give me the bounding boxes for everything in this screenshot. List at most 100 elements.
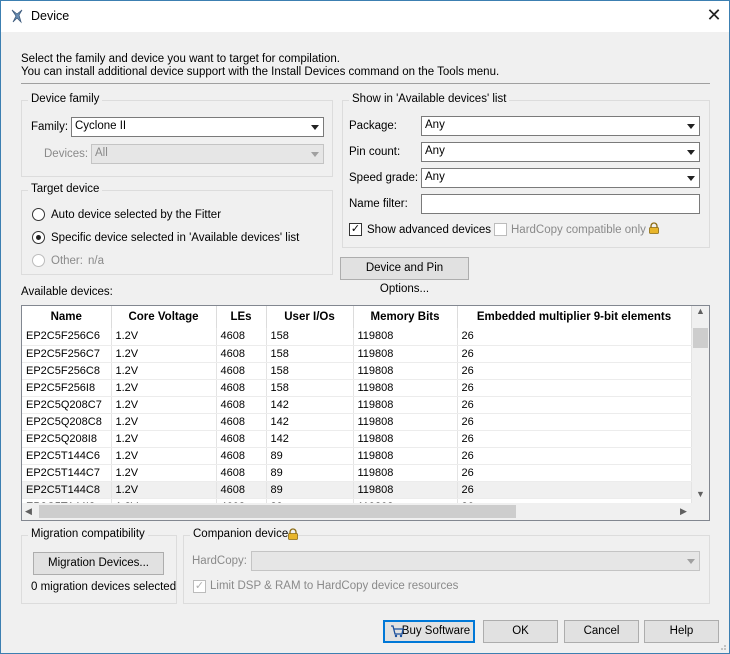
table-cell: 4608 [216,328,267,346]
chevron-down-icon [311,125,319,130]
column-header[interactable]: Embedded multiplier 9-bit elements [457,306,692,328]
other-label: Other: [51,255,83,267]
title-bar: Device ✕ [1,1,729,32]
intro-line-2: You can install additional device suppor… [21,66,500,78]
family-select[interactable]: Cyclone II [71,117,324,137]
table-cell: 4608 [216,464,267,482]
hardcopy-only-checkbox[interactable] [494,223,507,236]
pin-count-select[interactable]: Any [421,142,700,162]
resize-grip-icon[interactable] [717,641,727,651]
show-advanced-label: Show advanced devices [367,224,492,236]
table-cell: 1.2V [111,396,217,414]
table-cell: 26 [457,379,692,397]
help-button[interactable]: Help [644,620,719,643]
hardcopy-only-label: HardCopy compatible only [511,224,646,236]
table-cell: 4608 [216,430,267,448]
table-cell: EP2C5Q208C7 [22,396,112,414]
vertical-scrollbar[interactable]: ▲ ▼ [692,306,709,503]
table-cell: 26 [457,328,692,346]
table-cell: 89 [266,447,354,465]
close-icon[interactable]: ✕ [703,4,725,26]
other-value: n/a [88,255,104,267]
pin-count-label: Pin count: [349,146,401,158]
devices-value: All [95,147,108,159]
table-cell: 142 [266,430,354,448]
companion-label: Companion device [190,528,292,540]
scroll-down-icon[interactable]: ▼ [696,489,705,499]
table-cell: 158 [266,328,354,346]
package-value: Any [425,119,445,131]
table-row[interactable]: EP2C5F256C8 1.2V 4608 158 119808 26 [22,362,692,380]
table-cell: EP2C5F256C8 [22,362,112,380]
lock-icon [288,528,298,540]
table-row[interactable]: EP2C5Q208C8 1.2V 4608 142 119808 26 [22,413,692,431]
column-header[interactable]: Core Voltage [111,306,217,328]
table-cell: 4608 [216,447,267,465]
vertical-scroll-thumb[interactable] [693,328,708,348]
cancel-button[interactable]: Cancel [564,620,639,643]
scroll-right-icon[interactable]: ▶ [680,506,687,517]
intro-line-1: Select the family and device you want to… [21,53,340,65]
device-family-group: Device family [21,93,333,177]
speed-grade-select[interactable]: Any [421,168,700,188]
ok-button[interactable]: OK [483,620,558,643]
package-label: Package: [349,120,397,132]
app-icon [11,9,23,24]
table-cell: 119808 [353,430,458,448]
speed-grade-value: Any [425,171,445,183]
auto-device-radio[interactable] [32,208,45,221]
other-device-radio[interactable] [32,254,45,267]
table-cell: 119808 [353,362,458,380]
column-header[interactable]: Name [22,306,112,328]
scroll-left-icon[interactable]: ◀ [25,506,32,517]
migration-devices-button[interactable]: Migration Devices... [33,552,164,575]
migration-label: Migration compatibility [28,528,148,540]
table-cell: 119808 [353,481,458,499]
table-cell: 26 [457,396,692,414]
table-cell: 1.2V [111,345,217,363]
horizontal-scroll-thumb[interactable] [39,505,516,518]
devices-select[interactable]: All [91,144,324,164]
devices-label: Devices: [44,148,89,160]
pin-count-value: Any [425,145,445,157]
table-cell: 4608 [216,362,267,380]
show-in-list-label: Show in 'Available devices' list [349,93,510,105]
auto-device-label: Auto device selected by the Fitter [51,209,222,221]
table-row[interactable]: EP2C5T144C8 1.2V 4608 89 119808 26 [22,481,692,499]
name-filter-input[interactable] [421,194,700,214]
limit-dsp-checkbox[interactable]: ✓ [193,580,206,593]
table-cell: 142 [266,413,354,431]
specific-device-radio[interactable] [32,231,45,244]
table-row[interactable]: EP2C5T144C7 1.2V 4608 89 119808 26 [22,464,692,482]
family-label: Family: [31,121,69,133]
table-cell: 26 [457,413,692,431]
table-row[interactable]: EP2C5F256C6 1.2V 4608 158 119808 26 [22,328,692,346]
table-cell: 119808 [353,464,458,482]
table-cell: 4608 [216,345,267,363]
column-header[interactable]: LEs [216,306,267,328]
table-row[interactable]: EP2C5Q208C7 1.2V 4608 142 119808 26 [22,396,692,414]
horizontal-scrollbar[interactable]: ◀ ▶ [22,503,709,520]
specific-device-label: Specific device selected in 'Available d… [51,232,300,244]
table-cell: 26 [457,447,692,465]
table-row[interactable]: EP2C5F256I8 1.2V 4608 158 119808 26 [22,379,692,397]
show-advanced-checkbox[interactable]: ✓ [349,223,362,236]
family-value: Cyclone II [75,120,127,132]
chevron-down-icon [687,559,695,564]
cart-icon [391,625,404,638]
migration-status: 0 migration devices selected [31,581,177,593]
table-row[interactable]: EP2C5Q208I8 1.2V 4608 142 119808 26 [22,430,692,448]
column-header[interactable]: Memory Bits [353,306,458,328]
table-row[interactable]: EP2C5F256C7 1.2V 4608 158 119808 26 [22,345,692,363]
package-select[interactable]: Any [421,116,700,136]
column-header[interactable]: User I/Os [266,306,354,328]
available-devices-table[interactable]: Name Core Voltage LEs User I/Os Memory Bits E… [21,305,710,521]
scroll-up-icon[interactable]: ▲ [696,306,705,316]
device-pin-options-button[interactable]: Device and Pin Options... [340,257,469,295]
hardcopy-select[interactable] [251,551,700,571]
table-cell: 89 [266,481,354,499]
table-cell: 1.2V [111,362,217,380]
table-row[interactable]: EP2C5T144C6 1.2V 4608 89 119808 26 [22,447,692,465]
table-body: EP2C5F256C6 1.2V 4608 158 119808 26 EP2C5F256C… [22,328,692,516]
buy-software-button[interactable]: Buy Software [383,620,475,643]
